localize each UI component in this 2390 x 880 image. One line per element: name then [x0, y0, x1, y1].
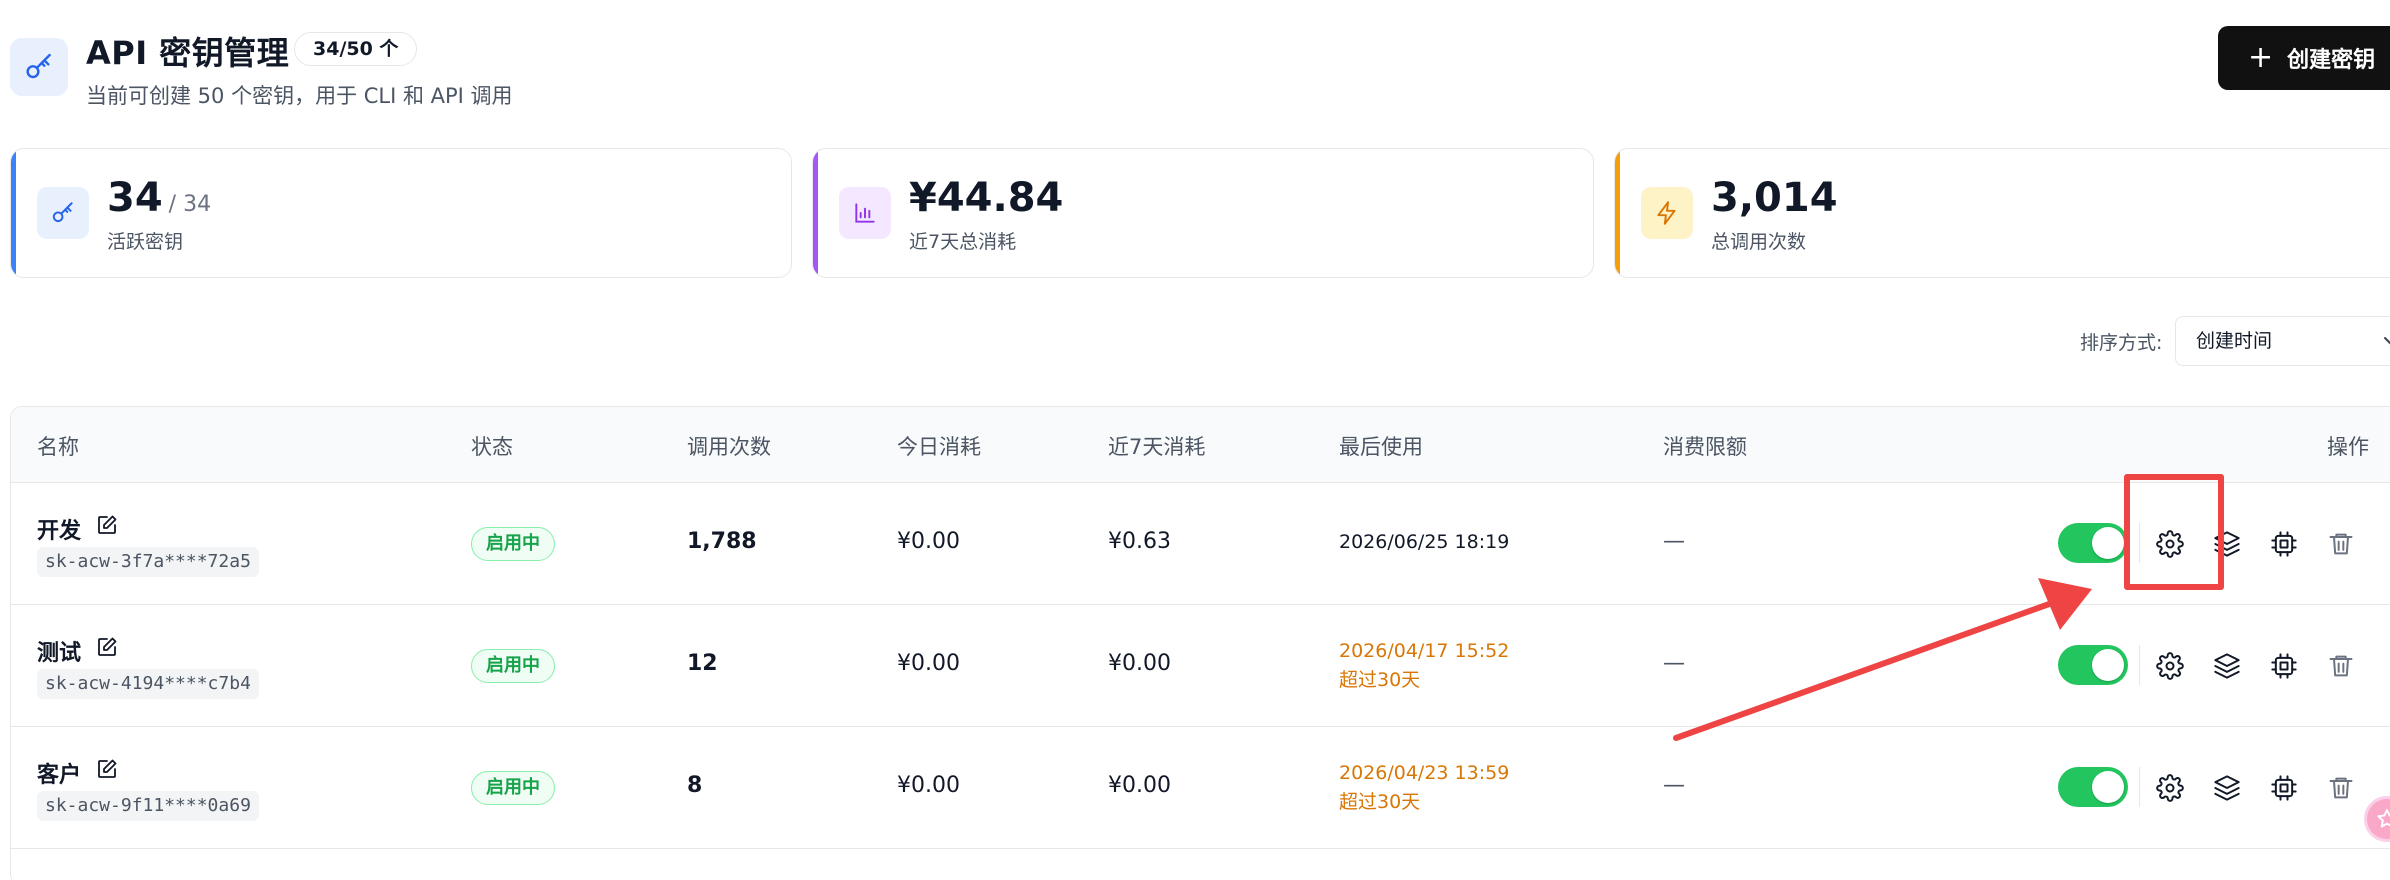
arrow-shaft — [1673, 600, 2055, 741]
annotation-arrow — [1673, 578, 2092, 741]
